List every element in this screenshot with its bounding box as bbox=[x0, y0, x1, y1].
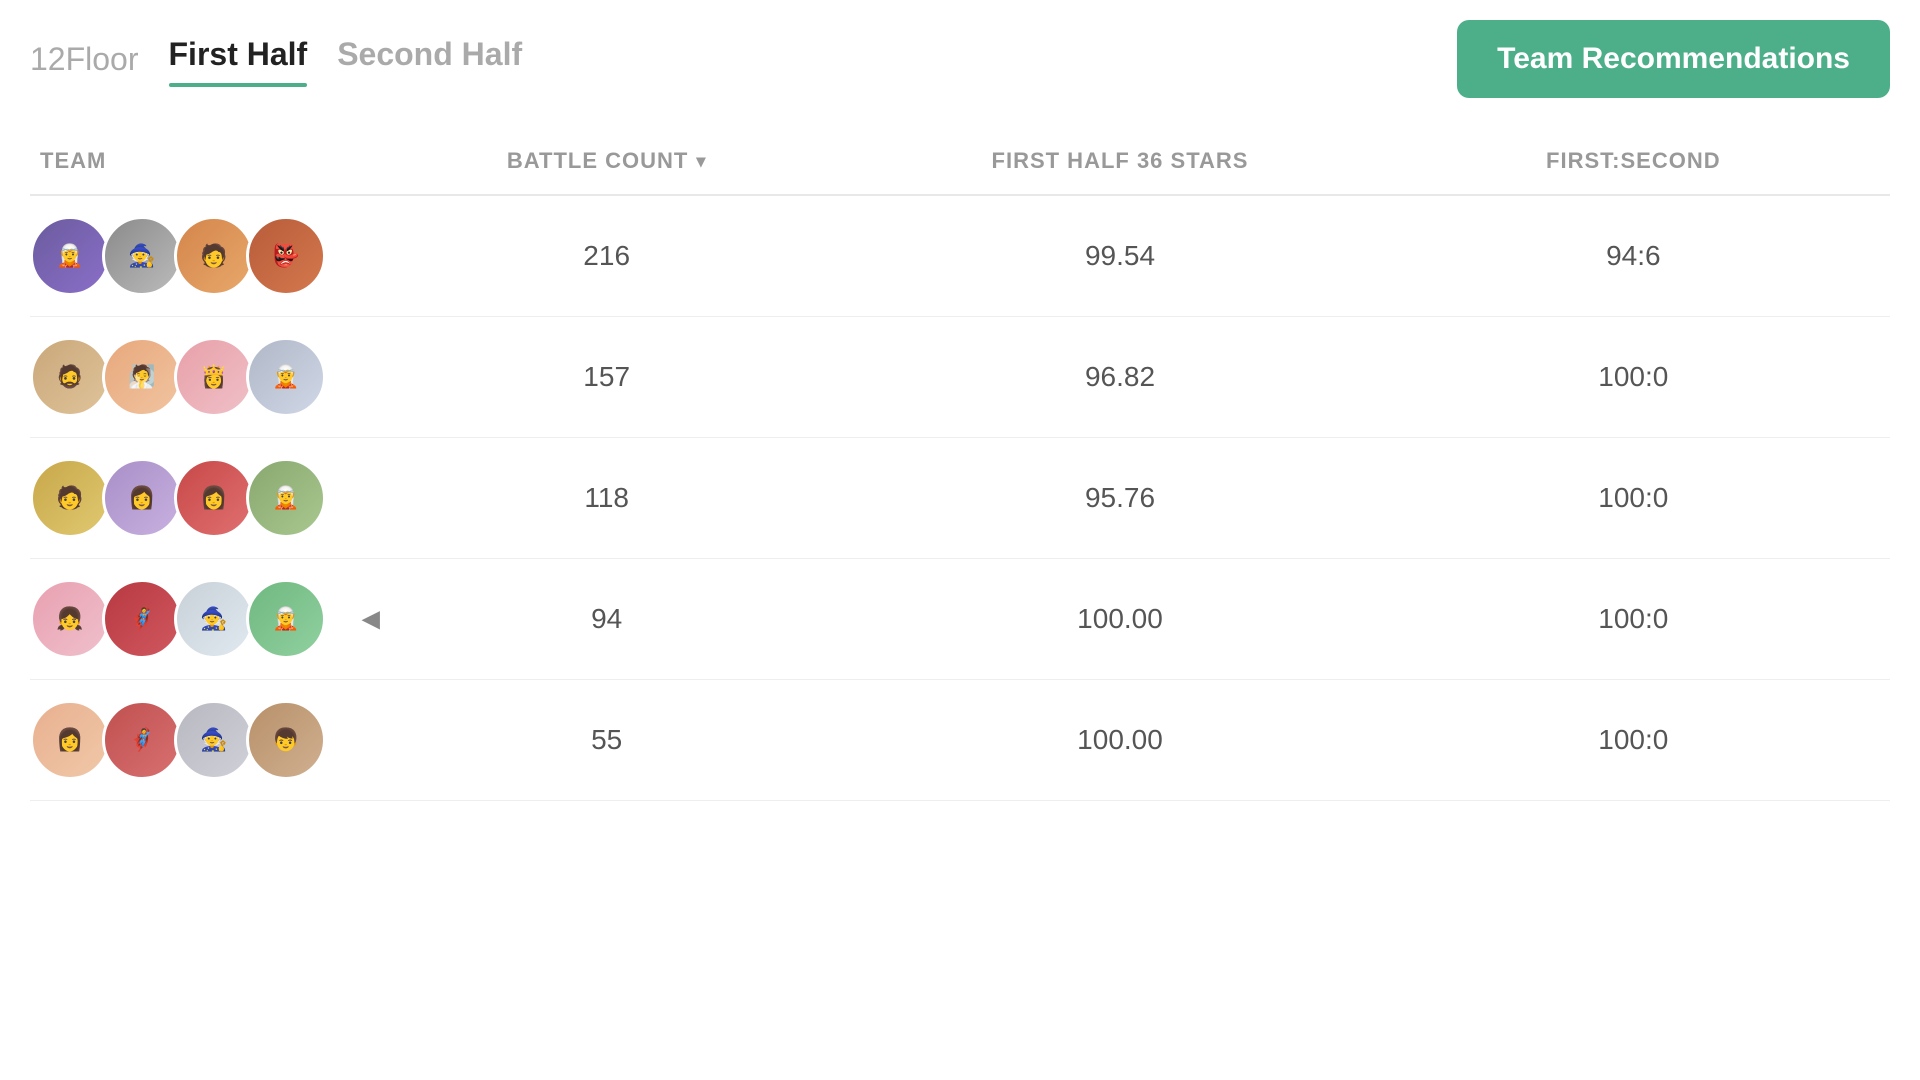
tab-first-half[interactable]: First Half bbox=[169, 36, 308, 83]
avatar: 🧙 bbox=[174, 579, 254, 659]
first-second-value: 100:0 bbox=[1377, 603, 1890, 635]
avatar: 👩 bbox=[102, 458, 182, 538]
avatar: 👩 bbox=[30, 700, 110, 780]
header: 12Floor First Half Second Half Team Reco… bbox=[30, 0, 1890, 98]
avatar: 🧔 bbox=[30, 337, 110, 417]
avatar: 🦸 bbox=[102, 579, 182, 659]
battle-count-value: 118 bbox=[350, 482, 863, 514]
team-avatars: 🧑 👩 👩 🧝 bbox=[30, 458, 350, 538]
team-avatars: 👧 🦸 🧙 🧝 ◀ bbox=[30, 579, 350, 659]
avatar: 🧝 bbox=[246, 337, 326, 417]
page-container: 12Floor First Half Second Half Team Reco… bbox=[0, 0, 1920, 1080]
team-avatars: 🧔 🧖 👸 🧝 bbox=[30, 337, 350, 417]
floor-label[interactable]: 12Floor bbox=[30, 41, 139, 78]
avatar: 🧝 bbox=[30, 216, 110, 296]
col-first-second: FIRST:SECOND bbox=[1377, 148, 1890, 174]
avatar: 🧑 bbox=[30, 458, 110, 538]
first-half-stars-value: 99.54 bbox=[863, 240, 1376, 272]
table-row: 🧔 🧖 👸 🧝 157 96.82 100:0 bbox=[30, 317, 1890, 438]
avatar: 🦸 bbox=[102, 700, 182, 780]
battle-count-value: 55 bbox=[350, 724, 863, 756]
first-second-value: 94:6 bbox=[1377, 240, 1890, 272]
first-second-value: 100:0 bbox=[1377, 482, 1890, 514]
avatar: 👧 bbox=[30, 579, 110, 659]
team-recommendations-button[interactable]: Team Recommendations bbox=[1457, 20, 1890, 98]
battle-count-value: 157 bbox=[350, 361, 863, 393]
table-row: 👧 🦸 🧙 🧝 ◀ 94 100.00 100:0 bbox=[30, 559, 1890, 680]
table-row: 🧝 🧙 🧑 👺 216 99.54 94:6 bbox=[30, 196, 1890, 317]
tab-second-half[interactable]: Second Half bbox=[337, 36, 522, 83]
avatar: 🧝 bbox=[246, 458, 326, 538]
first-half-stars-value: 100.00 bbox=[863, 724, 1376, 756]
battle-count-value: 216 bbox=[350, 240, 863, 272]
col-battle-count[interactable]: BATTLE COUNT ▾ bbox=[350, 148, 863, 174]
avatar: 👺 bbox=[246, 216, 326, 296]
avatar: 🧙 bbox=[102, 216, 182, 296]
avatar: 👩 bbox=[174, 458, 254, 538]
first-second-value: 100:0 bbox=[1377, 724, 1890, 756]
avatar: 🧑 bbox=[174, 216, 254, 296]
first-half-stars-value: 95.76 bbox=[863, 482, 1376, 514]
avatar: 🧖 bbox=[102, 337, 182, 417]
avatar: 👦 bbox=[246, 700, 326, 780]
team-avatars: 👩 🦸 🧙 👦 bbox=[30, 700, 350, 780]
first-half-stars-value: 96.82 bbox=[863, 361, 1376, 393]
sort-icon: ▾ bbox=[696, 151, 706, 172]
battle-count-value: 94 bbox=[350, 603, 863, 635]
first-second-value: 100:0 bbox=[1377, 361, 1890, 393]
nav-tabs: 12Floor First Half Second Half bbox=[30, 36, 522, 83]
data-table: TEAM BATTLE COUNT ▾ FIRST HALF 36 STARS … bbox=[30, 138, 1890, 801]
first-half-stars-value: 100.00 bbox=[863, 603, 1376, 635]
avatar: 👸 bbox=[174, 337, 254, 417]
col-first-half-stars: FIRST HALF 36 STARS bbox=[863, 148, 1376, 174]
table-header: TEAM BATTLE COUNT ▾ FIRST HALF 36 STARS … bbox=[30, 138, 1890, 196]
table-row: 👩 🦸 🧙 👦 55 100.00 100:0 bbox=[30, 680, 1890, 801]
col-team: TEAM bbox=[30, 148, 350, 174]
team-avatars: 🧝 🧙 🧑 👺 bbox=[30, 216, 350, 296]
row-pointer-icon: ◀ bbox=[362, 605, 380, 634]
avatar: 🧙 bbox=[174, 700, 254, 780]
table-row: 🧑 👩 👩 🧝 118 95.76 100:0 bbox=[30, 438, 1890, 559]
avatar: 🧝 bbox=[246, 579, 326, 659]
